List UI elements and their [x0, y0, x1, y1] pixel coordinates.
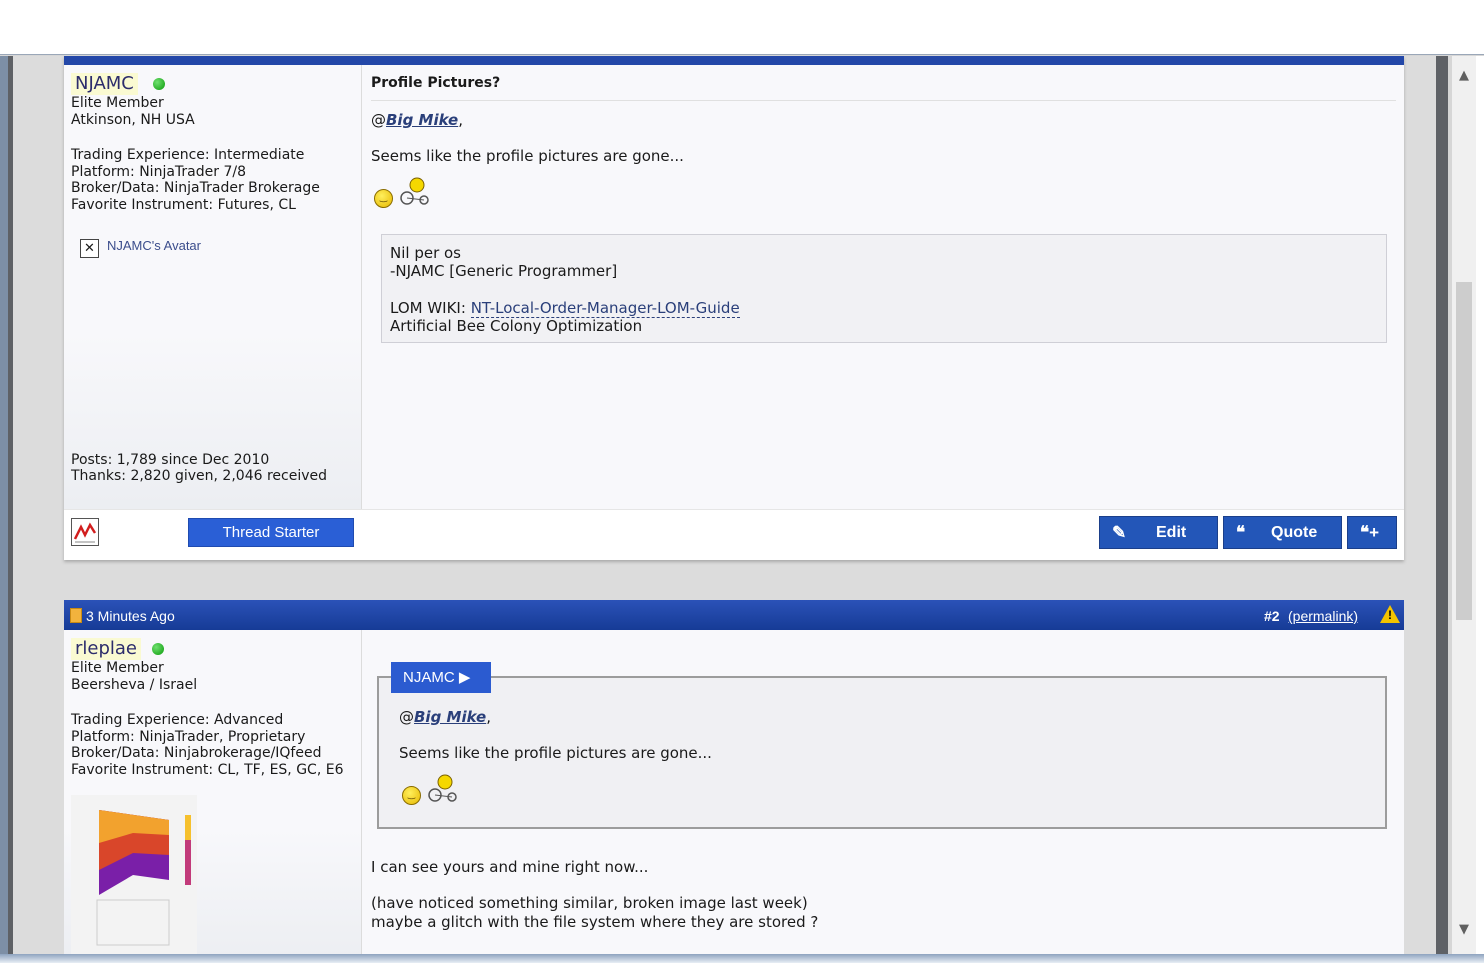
warning-mark: ! — [1388, 608, 1392, 622]
post-title: Profile Pictures? — [371, 75, 501, 91]
quote-button[interactable]: ❝ Quote — [1223, 516, 1342, 549]
user-sidebar: rleplae Elite Member Beersheva / Israel … — [64, 630, 362, 954]
user-broker: Broker/Data: Ninjabrokerage/IQfeed — [71, 745, 322, 761]
signature-box: Nil per os -NJAMC [Generic Programmer] L… — [381, 234, 1387, 343]
sig-wiki-label: LOM WIKI: — [390, 299, 471, 317]
multiquote-icon: ❝+ — [1360, 523, 1380, 542]
quote-mention-line: @Big Mike, — [399, 708, 491, 726]
window-left-edge — [0, 56, 8, 956]
post-mention-line: @Big Mike, — [371, 111, 463, 129]
post-body-1: I can see yours and mine right now... — [371, 858, 649, 876]
user-experience: Trading Experience: Intermediate — [71, 147, 305, 163]
post-number-link[interactable]: #2 — [1264, 608, 1280, 624]
vertical-scrollbar[interactable]: ▲ ▼ — [1452, 56, 1476, 954]
user-platform: Platform: NinjaTrader, Proprietary — [71, 729, 306, 745]
sig-line-1: Nil per os — [390, 244, 462, 262]
user-instrument: Favorite Instrument: Futures, CL — [71, 197, 296, 213]
avatar-alt-text: NJAMC's Avatar — [107, 238, 201, 253]
sig-wiki-line: LOM WIKI: NT-Local-Order-Manager-LOM-Gui… — [390, 299, 740, 318]
quote-label: Quote — [1271, 524, 1318, 541]
username-link[interactable]: rleplae — [71, 638, 142, 660]
user-location: Beersheva / Israel — [71, 677, 198, 693]
smiley-icon: ‿ — [374, 189, 393, 208]
quote-author: NJAMC — [403, 669, 455, 686]
user-thanks: Thanks: 2,820 given, 2,046 received — [71, 468, 327, 484]
post-header — [64, 56, 1404, 65]
window-bottom-edge — [0, 954, 1484, 963]
forum-content: NJAMC Elite Member Atkinson, NH USA Trad… — [13, 56, 1436, 954]
top-blank-area — [0, 0, 1484, 54]
scroll-thumb[interactable] — [1456, 282, 1472, 620]
user-avatar[interactable] — [71, 795, 197, 954]
chart-icon[interactable] — [71, 518, 99, 546]
scroll-up-icon[interactable]: ▲ — [1452, 66, 1476, 86]
bike-smiley-icon — [428, 774, 457, 802]
user-location: Atkinson, NH USA — [71, 112, 195, 128]
bike-smiley-icon — [400, 177, 429, 205]
post-2: 3 Minutes Ago #2 (permalink) ! rleplae E… — [64, 600, 1404, 954]
quote-body: Seems like the profile pictures are gone… — [399, 744, 712, 762]
online-icon — [153, 78, 165, 90]
quote-author-tab[interactable]: NJAMC ▶ — [391, 662, 491, 693]
sig-line-4: Artificial Bee Colony Optimization — [390, 317, 643, 335]
online-icon — [152, 643, 164, 655]
play-arrow-icon: ▶ — [458, 669, 471, 686]
title-divider — [371, 100, 1396, 101]
multiquote-button[interactable]: ❝+ — [1347, 516, 1397, 549]
user-instrument: Favorite Instrument: CL, TF, ES, GC, E6 — [71, 762, 344, 778]
user-platform: Platform: NinjaTrader 7/8 — [71, 164, 246, 180]
window-right-edge — [1476, 56, 1484, 954]
edit-button[interactable]: ✎ Edit — [1099, 516, 1218, 549]
note-icon — [70, 608, 82, 623]
user-rank: Elite Member — [71, 660, 164, 676]
quote-icon: ❝ — [1236, 523, 1246, 542]
user-posts: Posts: 1,789 since Dec 2010 — [71, 452, 270, 468]
user-rank: Elite Member — [71, 95, 164, 111]
post-header: 3 Minutes Ago #2 (permalink) ! — [64, 600, 1404, 630]
post-body: Seems like the profile pictures are gone… — [371, 147, 684, 165]
username-link[interactable]: NJAMC — [71, 73, 138, 95]
thread-starter-badge: Thread Starter — [189, 519, 353, 546]
quote-mention-link[interactable]: Big Mike — [414, 708, 486, 726]
window-right-border — [1436, 56, 1448, 956]
post-1: NJAMC Elite Member Atkinson, NH USA Trad… — [64, 56, 1404, 560]
edit-icon: ✎ — [1112, 523, 1127, 542]
edit-label: Edit — [1156, 524, 1187, 541]
user-experience: Trading Experience: Advanced — [71, 712, 284, 728]
scroll-down-icon[interactable]: ▼ — [1452, 920, 1476, 940]
smiley-icon: ‿ — [402, 786, 421, 805]
sig-wiki-link[interactable]: NT-Local-Order-Manager-LOM-Guide — [470, 299, 740, 318]
user-sidebar: NJAMC Elite Member Atkinson, NH USA Trad… — [64, 65, 362, 509]
mention-link[interactable]: Big Mike — [386, 111, 458, 129]
post-body-2: (have noticed something similar, broken … — [371, 894, 808, 912]
sig-line-2: -NJAMC [Generic Programmer] — [390, 262, 618, 280]
post-footer: Thread Starter ✎ Edit ❝ Quote ❝+ — [64, 509, 1404, 560]
post-date: 3 Minutes Ago — [86, 608, 175, 624]
post-body-3: maybe a glitch with the file system wher… — [371, 913, 819, 931]
permalink-link[interactable]: (permalink) — [1288, 608, 1358, 624]
broken-image-icon: ✕ — [80, 239, 99, 258]
user-broker: Broker/Data: NinjaTrader Brokerage — [71, 180, 320, 196]
quote-box: @Big Mike, Seems like the profile pictur… — [377, 676, 1387, 829]
